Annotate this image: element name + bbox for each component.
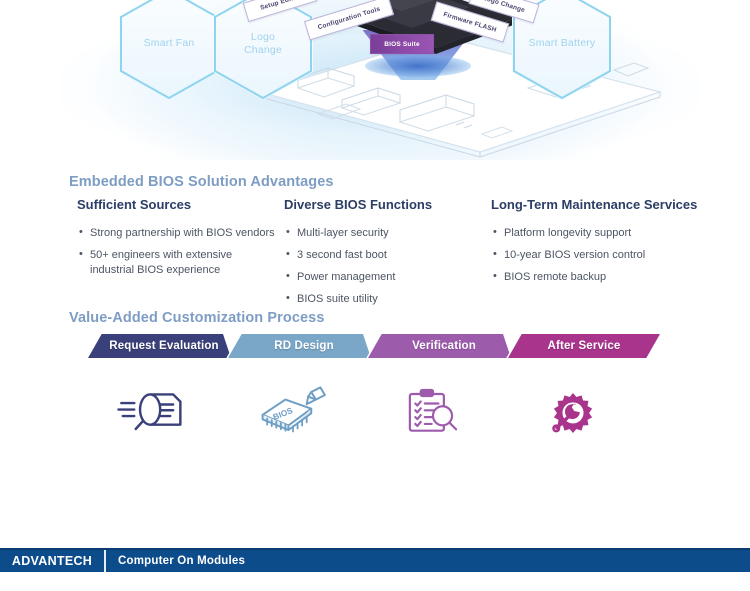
list-item: • Power management	[284, 270, 459, 285]
column-list: • Multi-layer security • 3 second fast boo…	[284, 226, 459, 308]
hero-graphic: Smart Fan Logo Change Smart Battery Setu…	[0, 0, 750, 160]
advantech-logo: ADVANTECH	[0, 550, 104, 572]
list-item-label: Platform longevity support	[504, 226, 632, 239]
list-item-label: BIOS suite utility	[297, 293, 378, 306]
tag-bios-suite: BIOS Suite	[370, 34, 434, 54]
gear-wrench-icon	[518, 373, 628, 448]
list-item-label: 10-year BIOS version control	[504, 249, 646, 262]
column-title: Diverse BIOS Functions	[284, 197, 433, 212]
advantages-column-diverse-bios-functions: Diverse BIOS Functions • Multi-layer secu…	[284, 197, 459, 315]
list-item-label: BIOS remote backup	[504, 271, 607, 284]
list-item: • Strong partnership with BIOS vendors	[77, 226, 277, 241]
list-item-label: Multi-layer security	[297, 226, 389, 239]
list-item: • BIOS suite utility	[284, 292, 459, 307]
customization-process: Request Evaluation RD Design BIOS Verifi…	[60, 333, 700, 463]
list-item-label: 50+ engineers with extensive industrial …	[90, 249, 233, 277]
magnifier-document-icon	[98, 373, 208, 448]
bullet-icon: •	[286, 270, 290, 283]
bullet-icon: •	[286, 248, 290, 261]
tag-label: BIOS Suite	[384, 40, 420, 48]
column-list: • Strong partnership with BIOS vendors • 5…	[77, 226, 277, 279]
footer-bar: ADVANTECH Computer On Modules	[0, 548, 750, 572]
clipboard-magnifier-icon	[378, 373, 488, 448]
advantages-column-long-term-maintenance-services: Long-Term Maintenance Services • Platform…	[491, 197, 701, 292]
footer-top-rule	[0, 548, 750, 550]
process-step-after-service: After Service	[480, 333, 660, 463]
list-item: • Platform longevity support	[491, 226, 701, 241]
footer-divider	[104, 550, 106, 572]
bullet-icon: •	[493, 248, 497, 261]
column-title: Long-Term Maintenance Services	[491, 197, 698, 212]
list-item-label: Strong partnership with BIOS vendors	[90, 226, 275, 239]
hexagon-label: Smart Battery	[528, 37, 596, 50]
hexagon-label: Smart Fan	[143, 37, 195, 50]
list-item: • 3 second fast boot	[284, 248, 459, 263]
list-item: • BIOS remote backup	[491, 270, 701, 285]
advantages-column-sufficient-sources: Sufficient Sources • Strong partnership w…	[77, 197, 277, 285]
bullet-icon: •	[286, 225, 290, 238]
bios-chip-pencil-icon: BIOS	[238, 373, 348, 448]
bullet-icon: •	[79, 225, 83, 238]
process-step-banner: After Service	[508, 334, 660, 358]
list-item: • 10-year BIOS version control	[491, 248, 701, 263]
process-step-label: After Service	[547, 340, 621, 352]
bullet-icon: •	[79, 248, 83, 261]
hexagon-label: Logo Change	[244, 30, 282, 56]
bullet-icon: •	[286, 292, 290, 305]
column-title: Sufficient Sources	[77, 197, 192, 212]
advantages-heading: Embedded BIOS Solution Advantages	[69, 174, 334, 190]
process-step-label: RD Design	[274, 340, 334, 352]
advantech-logo-text: ADVANTECH	[11, 554, 93, 568]
footer-title: Computer On Modules	[118, 555, 246, 567]
list-item-label: 3 second fast boot	[297, 249, 387, 262]
list-item-label: Power management	[297, 271, 396, 284]
process-heading: Value-Added Customization Process	[69, 310, 325, 326]
bullet-icon: •	[493, 270, 497, 283]
column-list: • Platform longevity support • 10-year BIO…	[491, 226, 701, 286]
list-item: • Multi-layer security	[284, 226, 459, 241]
bullet-icon: •	[493, 225, 497, 238]
list-item: • 50+ engineers with extensive industrial…	[77, 248, 277, 278]
process-step-label: Verification	[412, 340, 476, 352]
